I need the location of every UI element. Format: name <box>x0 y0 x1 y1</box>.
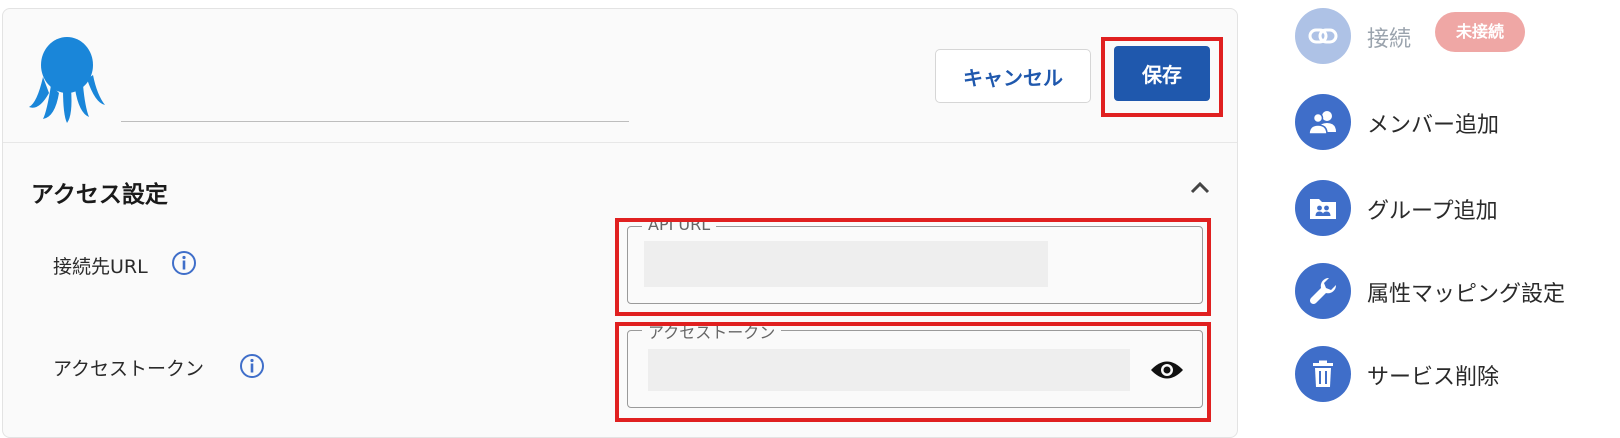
save-button[interactable]: 保存 <box>1114 46 1210 101</box>
trash-icon <box>1313 360 1333 387</box>
sidebar-item-label: 接続 <box>1367 27 1412 52</box>
sidebar-item-attribute-mapping[interactable]: 属性マッピング設定 <box>1295 263 1615 323</box>
sidebar-item-add-member[interactable]: メンバー追加 <box>1295 94 1615 154</box>
access-token-highlight-frame <box>615 322 1211 422</box>
service-name-input[interactable] <box>121 79 629 122</box>
people-icon <box>1308 111 1336 135</box>
octopus-logo-icon <box>29 37 105 123</box>
status-badge: 未接続 <box>1435 12 1525 52</box>
sidebar-item-delete-service[interactable]: サービス削除 <box>1295 346 1615 406</box>
cancel-button[interactable]: キャンセル <box>935 49 1091 103</box>
sidebar-item-label: グループ追加 <box>1367 199 1498 224</box>
info-icon[interactable] <box>239 353 265 379</box>
api-url-highlight-frame <box>615 218 1211 316</box>
api-url-label: 接続先URL <box>53 256 148 278</box>
access-token-label: アクセストークン <box>53 358 205 380</box>
link-icon-circle <box>1295 8 1351 64</box>
wrench-icon-circle <box>1295 263 1351 319</box>
header-divider <box>3 142 1237 143</box>
wrench-icon <box>1309 277 1337 305</box>
link-icon <box>1308 28 1338 44</box>
sidebar-item-add-group[interactable]: グループ追加 <box>1295 180 1615 240</box>
people-icon-circle <box>1295 94 1351 150</box>
sidebar-item-label: メンバー追加 <box>1367 113 1500 138</box>
group-folder-icon <box>1310 199 1336 219</box>
group-folder-icon-circle <box>1295 180 1351 236</box>
trash-icon-circle <box>1295 346 1351 402</box>
sidebar-item-label: 属性マッピング設定 <box>1367 282 1566 307</box>
sidebar-item-label: サービス削除 <box>1367 365 1500 390</box>
info-icon[interactable] <box>171 250 197 276</box>
chevron-up-icon[interactable] <box>1188 179 1212 195</box>
section-title-access-settings: アクセス設定 <box>31 182 168 208</box>
